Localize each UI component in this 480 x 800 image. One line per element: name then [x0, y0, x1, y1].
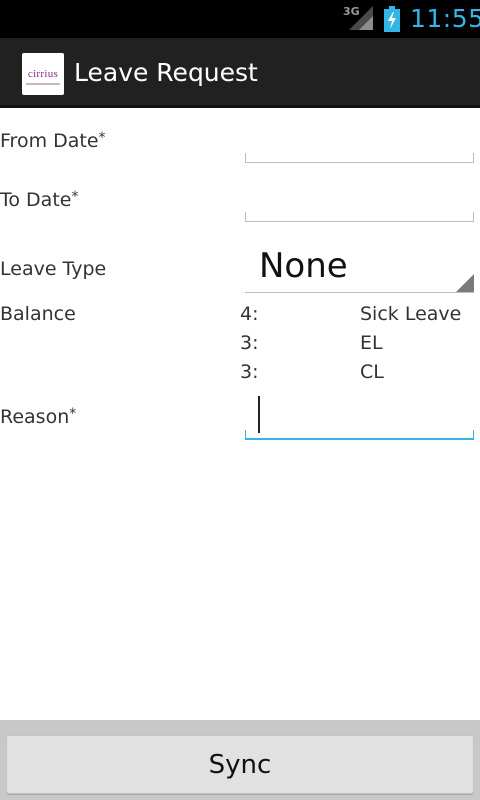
logo-text: cirrius	[27, 68, 59, 80]
balance-type: EL	[360, 332, 383, 354]
page-title: Leave Request	[74, 58, 258, 87]
logo-underline	[26, 83, 60, 85]
signal-icon	[349, 6, 373, 30]
to-date-field[interactable]	[245, 212, 474, 222]
status-clock: 11:55	[410, 4, 480, 33]
text-cursor	[258, 396, 260, 433]
dropdown-arrow-icon	[456, 274, 474, 292]
balance-label: Balance	[0, 303, 76, 325]
reason-label-text: Reason	[0, 406, 70, 428]
balance-type: CL	[360, 361, 384, 383]
from-date-label-text: From Date	[0, 130, 99, 152]
from-date-field[interactable]	[245, 153, 474, 163]
bottom-bar: Sync	[0, 720, 480, 800]
balance-count: 4:	[240, 303, 259, 325]
status-bar: 3G 11:55	[0, 0, 480, 38]
app-logo-icon[interactable]: cirrius	[22, 53, 64, 95]
sync-button[interactable]: Sync	[6, 735, 474, 794]
to-date-label-text: To Date	[0, 189, 72, 211]
reason-label: Reason*	[0, 406, 76, 428]
balance-type: Sick Leave	[360, 303, 462, 325]
balance-count: 3:	[240, 332, 259, 354]
required-mark: *	[71, 189, 79, 205]
action-bar: cirrius Leave Request	[0, 38, 480, 108]
required-mark: *	[98, 130, 106, 146]
reason-field[interactable]	[245, 430, 474, 440]
to-date-label: To Date*	[0, 189, 78, 211]
battery-charging-icon	[384, 6, 400, 32]
leave-type-label: Leave Type	[0, 258, 107, 280]
leave-type-selected: None	[259, 246, 348, 286]
from-date-label: From Date*	[0, 130, 106, 152]
leave-type-spinner[interactable]: None	[245, 240, 474, 293]
required-mark: *	[69, 406, 77, 422]
balance-count: 3:	[240, 361, 259, 383]
